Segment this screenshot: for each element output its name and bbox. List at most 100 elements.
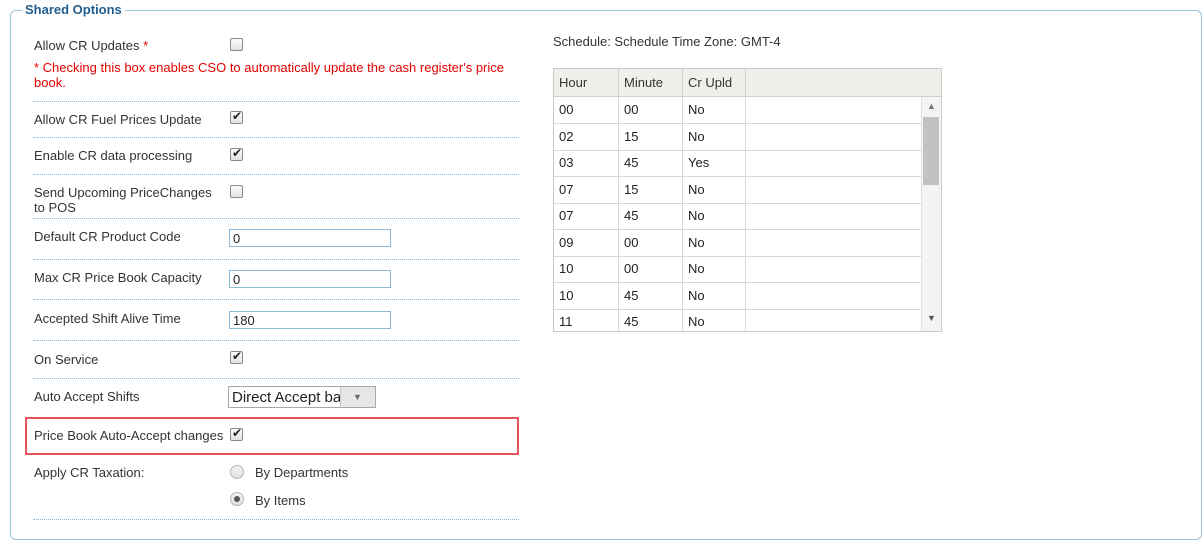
max-price-book-label: Max CR Price Book Capacity xyxy=(34,270,202,285)
by-items-radio[interactable] xyxy=(230,492,244,506)
grid-header: Hour Minute Cr Upld xyxy=(554,69,941,97)
cell-hour: 07 xyxy=(554,203,619,229)
by-departments-radio[interactable] xyxy=(230,465,244,479)
enable-cr-data-row: Enable CR data processing ✔ xyxy=(33,138,519,175)
table-row[interactable]: 07 15 No xyxy=(554,176,922,204)
allow-cr-updates-note: * Checking this box enables CSO to autom… xyxy=(34,60,505,90)
cell-cr-upld: No xyxy=(683,203,746,229)
checkmark-icon: ✔ xyxy=(232,146,243,160)
cell-minute: 45 xyxy=(619,309,683,331)
allow-cr-updates-label: Allow CR Updates * xyxy=(34,38,149,53)
grid-scrollbar[interactable]: ▲ ▼ xyxy=(921,97,941,331)
cell-empty xyxy=(746,309,922,331)
allow-cr-updates-checkbox[interactable] xyxy=(230,38,243,51)
cell-hour: 07 xyxy=(554,176,619,203)
cell-cr-upld: No xyxy=(683,282,746,309)
column-header-cr-upld[interactable]: Cr Upld xyxy=(683,69,746,96)
column-header-hour[interactable]: Hour xyxy=(554,69,619,96)
max-price-book-input[interactable] xyxy=(229,270,391,288)
send-upcoming-row: Send Upcoming PriceChanges to POS xyxy=(33,175,519,219)
cell-minute: 45 xyxy=(619,150,683,176)
shift-alive-time-label: Accepted Shift Alive Time xyxy=(34,311,181,326)
cell-cr-upld: Yes xyxy=(683,150,746,176)
cell-empty xyxy=(746,97,922,123)
cell-minute: 45 xyxy=(619,203,683,229)
allow-fuel-prices-label: Allow CR Fuel Prices Update xyxy=(34,112,202,127)
fieldset-legend: Shared Options xyxy=(22,2,125,18)
cell-hour: 09 xyxy=(554,229,619,256)
send-upcoming-label: Send Upcoming PriceChanges to POS xyxy=(34,185,212,215)
allow-fuel-prices-row: Allow CR Fuel Prices Update ✔ xyxy=(33,102,519,138)
auto-accept-shifts-value: Direct Accept based xyxy=(232,389,340,406)
shift-alive-time-row: Accepted Shift Alive Time xyxy=(33,300,519,341)
auto-accept-shifts-row: Auto Accept Shifts Direct Accept based ▼ xyxy=(33,379,519,417)
table-row[interactable]: 02 15 No xyxy=(554,123,922,151)
cr-taxation-label: Apply CR Taxation: xyxy=(34,465,145,480)
cell-minute: 15 xyxy=(619,123,683,150)
by-departments-label: By Departments xyxy=(255,465,349,480)
checkmark-icon: ✔ xyxy=(232,109,243,123)
cell-hour: 10 xyxy=(554,256,619,282)
scroll-down-icon[interactable]: ▼ xyxy=(927,313,936,323)
send-upcoming-checkbox[interactable] xyxy=(230,185,243,198)
auto-accept-shifts-select[interactable]: Direct Accept based ▼ xyxy=(228,386,376,408)
column-header-minute[interactable]: Minute xyxy=(619,69,683,96)
cell-cr-upld: No xyxy=(683,123,746,150)
cell-empty xyxy=(746,283,922,309)
cell-cr-upld: No xyxy=(683,256,746,282)
auto-accept-shifts-label: Auto Accept Shifts xyxy=(34,389,140,404)
checkmark-icon: ✔ xyxy=(232,349,243,363)
cell-hour: 03 xyxy=(554,150,619,176)
cell-empty xyxy=(746,150,922,176)
table-row[interactable]: 03 45 Yes xyxy=(554,150,922,177)
scrollbar-thumb[interactable] xyxy=(923,117,939,185)
cell-empty xyxy=(746,124,922,150)
default-product-code-input[interactable] xyxy=(229,229,391,247)
cell-empty xyxy=(746,177,922,203)
cell-minute: 00 xyxy=(619,229,683,256)
cell-cr-upld: No xyxy=(683,229,746,256)
by-items-label: By Items xyxy=(255,493,306,508)
cell-empty xyxy=(746,203,922,229)
allow-fuel-prices-checkbox[interactable]: ✔ xyxy=(230,109,243,124)
cell-cr-upld: No xyxy=(683,97,746,123)
required-mark: * xyxy=(143,38,149,53)
table-row[interactable]: 09 00 No xyxy=(554,229,922,257)
table-row[interactable]: 11 45 No xyxy=(554,309,922,331)
cell-hour: 11 xyxy=(554,309,619,331)
max-price-book-row: Max CR Price Book Capacity xyxy=(33,260,519,300)
schedule-title: Schedule: Schedule Time Zone: GMT-4 xyxy=(553,34,781,49)
cell-cr-upld: No xyxy=(683,176,746,203)
default-product-code-row: Default CR Product Code xyxy=(33,219,519,260)
radio-selected-dot xyxy=(234,496,240,502)
shift-alive-time-input[interactable] xyxy=(229,311,391,329)
cell-minute: 00 xyxy=(619,97,683,123)
cell-minute: 45 xyxy=(619,282,683,309)
cr-taxation-row: Apply CR Taxation: By Departments By Ite… xyxy=(33,455,519,520)
on-service-label: On Service xyxy=(34,352,99,367)
highlight-box xyxy=(25,417,519,455)
dropdown-button[interactable]: ▼ xyxy=(340,387,375,407)
default-product-code-label: Default CR Product Code xyxy=(34,229,181,244)
cell-empty xyxy=(746,256,922,282)
allow-cr-updates-row: Allow CR Updates * * Checking this box e… xyxy=(33,27,519,102)
table-row[interactable]: 00 00 No xyxy=(554,97,922,124)
schedule-grid: Hour Minute Cr Upld 00 00 No 02 15 No 03 45 Yes 0… xyxy=(553,68,942,332)
cell-hour: 10 xyxy=(554,282,619,309)
cell-empty xyxy=(746,230,922,256)
cell-hour: 02 xyxy=(554,123,619,150)
table-row[interactable]: 07 45 No xyxy=(554,203,922,230)
on-service-checkbox[interactable]: ✔ xyxy=(230,349,243,364)
on-service-row: On Service ✔ xyxy=(33,341,519,379)
chevron-down-icon: ▼ xyxy=(353,392,362,402)
scroll-up-icon[interactable]: ▲ xyxy=(927,101,936,111)
table-row[interactable]: 10 45 No xyxy=(554,282,922,310)
grid-body: 00 00 No 02 15 No 03 45 Yes 07 15 No 07 45 No 09 00 No 10 0… xyxy=(554,97,922,331)
table-row[interactable]: 10 00 No xyxy=(554,256,922,283)
enable-cr-data-checkbox[interactable]: ✔ xyxy=(230,146,243,161)
cell-minute: 15 xyxy=(619,176,683,203)
cell-minute: 00 xyxy=(619,256,683,282)
enable-cr-data-label: Enable CR data processing xyxy=(34,148,193,163)
cell-hour: 00 xyxy=(554,97,619,123)
cell-cr-upld: No xyxy=(683,309,746,331)
